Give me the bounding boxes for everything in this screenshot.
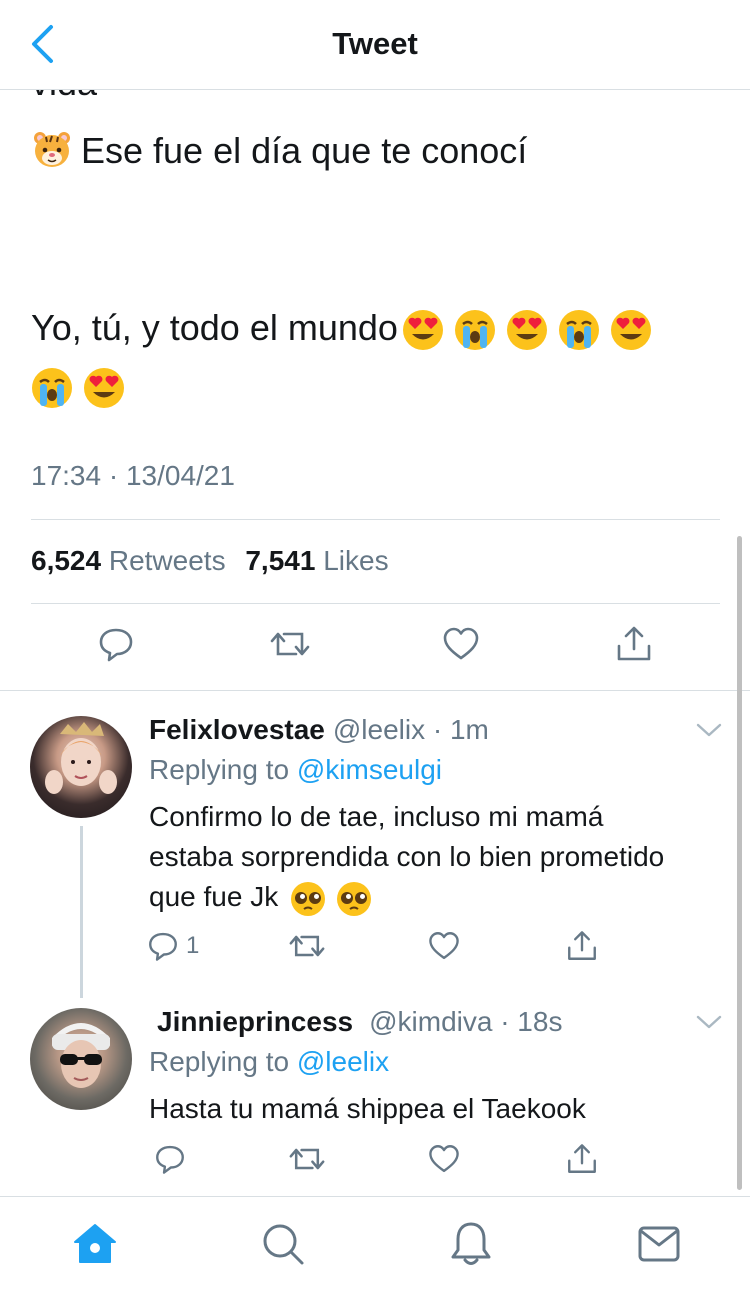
reply-handle-time: @kimdiva · 18s	[369, 1006, 563, 1037]
tweet-stats: 6,524 Retweets 7,541 Likes	[31, 545, 401, 577]
reply-display-name[interactable]: Jinnieprincess	[157, 1006, 353, 1037]
search-icon[interactable]	[258, 1219, 308, 1269]
tweet-text-tiger-line: Ese fue el día que te conocí	[81, 130, 528, 172]
tweet-text-line: Ese fue el día que te conocí	[31, 128, 527, 179]
reply-author[interactable]: Jinnieprincess @kimdiva · 18s	[157, 1006, 562, 1038]
tweet-text-line: Yo, tú, y todo el mundo	[31, 307, 652, 351]
divider	[0, 690, 750, 691]
replying-to: Replying to @leelix	[149, 1046, 389, 1078]
tweet-emoji-line	[31, 365, 125, 409]
reply-text-line: Hasta tu mamá shippea el Taekook	[149, 1093, 586, 1124]
reply-actions	[0, 1135, 750, 1195]
avatar[interactable]	[30, 716, 132, 818]
heart-eyes-emoji-icon	[610, 309, 652, 351]
share-icon[interactable]	[558, 1135, 606, 1183]
pleading-face-emoji-icon	[336, 881, 372, 917]
top-bar: Tweet	[0, 0, 750, 90]
replying-to: Replying to @kimseulgi	[149, 754, 442, 786]
pleading-face-emoji-icon	[290, 881, 326, 917]
replying-prefix: Replying to	[149, 754, 290, 785]
divider	[31, 519, 720, 520]
retweets-label[interactable]: Retweets	[109, 545, 226, 576]
page-title: Tweet	[332, 26, 418, 61]
bottom-tab-bar	[0, 1196, 750, 1294]
reply-handle-time: @leelix · 1m	[332, 714, 489, 745]
share-icon[interactable]	[558, 922, 606, 970]
loudly-crying-emoji-icon	[558, 309, 600, 351]
chevron-down-icon[interactable]	[694, 720, 724, 740]
like-icon[interactable]	[420, 1135, 468, 1183]
like-icon[interactable]	[437, 620, 485, 668]
reply-icon[interactable]	[146, 1135, 194, 1183]
reply-text-line: estaba sorprendida con lo bien prometido	[149, 841, 665, 872]
reply-count: 1	[186, 932, 200, 959]
reply-text-line: que fue Jk	[149, 877, 664, 917]
retweet-icon[interactable]	[283, 1135, 331, 1183]
heart-eyes-emoji-icon	[506, 309, 548, 351]
tweet-actions	[0, 620, 750, 680]
retweets-count[interactable]: 6,524	[31, 545, 101, 576]
avatar[interactable]	[30, 1008, 132, 1110]
heart-eyes-emoji-icon	[402, 309, 444, 351]
mention-link[interactable]: @leelix	[297, 1046, 389, 1077]
loudly-crying-emoji-icon	[454, 309, 496, 351]
likes-count[interactable]: 7,541	[245, 545, 315, 576]
mention-link[interactable]: @kimseulgi	[297, 754, 442, 785]
home-icon[interactable]	[70, 1219, 120, 1269]
replying-prefix: Replying to	[149, 1046, 290, 1077]
retweet-icon[interactable]	[266, 620, 314, 668]
heart-eyes-emoji-icon	[83, 367, 125, 409]
loudly-crying-emoji-icon	[31, 367, 73, 409]
tiger-face-emoji-icon	[31, 128, 73, 179]
tweet-text-main-line: Yo, tú, y todo el mundo	[31, 307, 398, 348]
reply-icon[interactable]: 1	[146, 922, 216, 970]
reply-text: Hasta tu mamá shippea el Taekook	[149, 1089, 586, 1129]
scrollbar[interactable]	[737, 536, 742, 1190]
reply-actions: 1	[0, 922, 750, 982]
messages-icon[interactable]	[634, 1219, 684, 1269]
retweet-icon[interactable]	[283, 922, 331, 970]
like-icon[interactable]	[420, 922, 468, 970]
reply-display-name[interactable]: Felixlovestae	[149, 714, 325, 745]
notifications-icon[interactable]	[446, 1219, 496, 1269]
likes-label[interactable]: Likes	[323, 545, 388, 576]
reply-icon[interactable]	[92, 620, 140, 668]
chevron-down-icon[interactable]	[694, 1012, 724, 1032]
reply-text-line: Confirmo lo de tae, incluso mi mamá	[149, 801, 604, 832]
share-icon[interactable]	[610, 620, 658, 668]
reply-author[interactable]: Felixlovestae @leelix · 1m	[149, 714, 489, 746]
reply-text: Confirmo lo de tae, incluso mi mamá esta…	[149, 797, 664, 917]
reply-text-segment: que fue Jk	[149, 881, 279, 912]
tweet-timestamp: 17:34 · 13/04/21	[31, 460, 235, 491]
divider	[31, 603, 720, 604]
